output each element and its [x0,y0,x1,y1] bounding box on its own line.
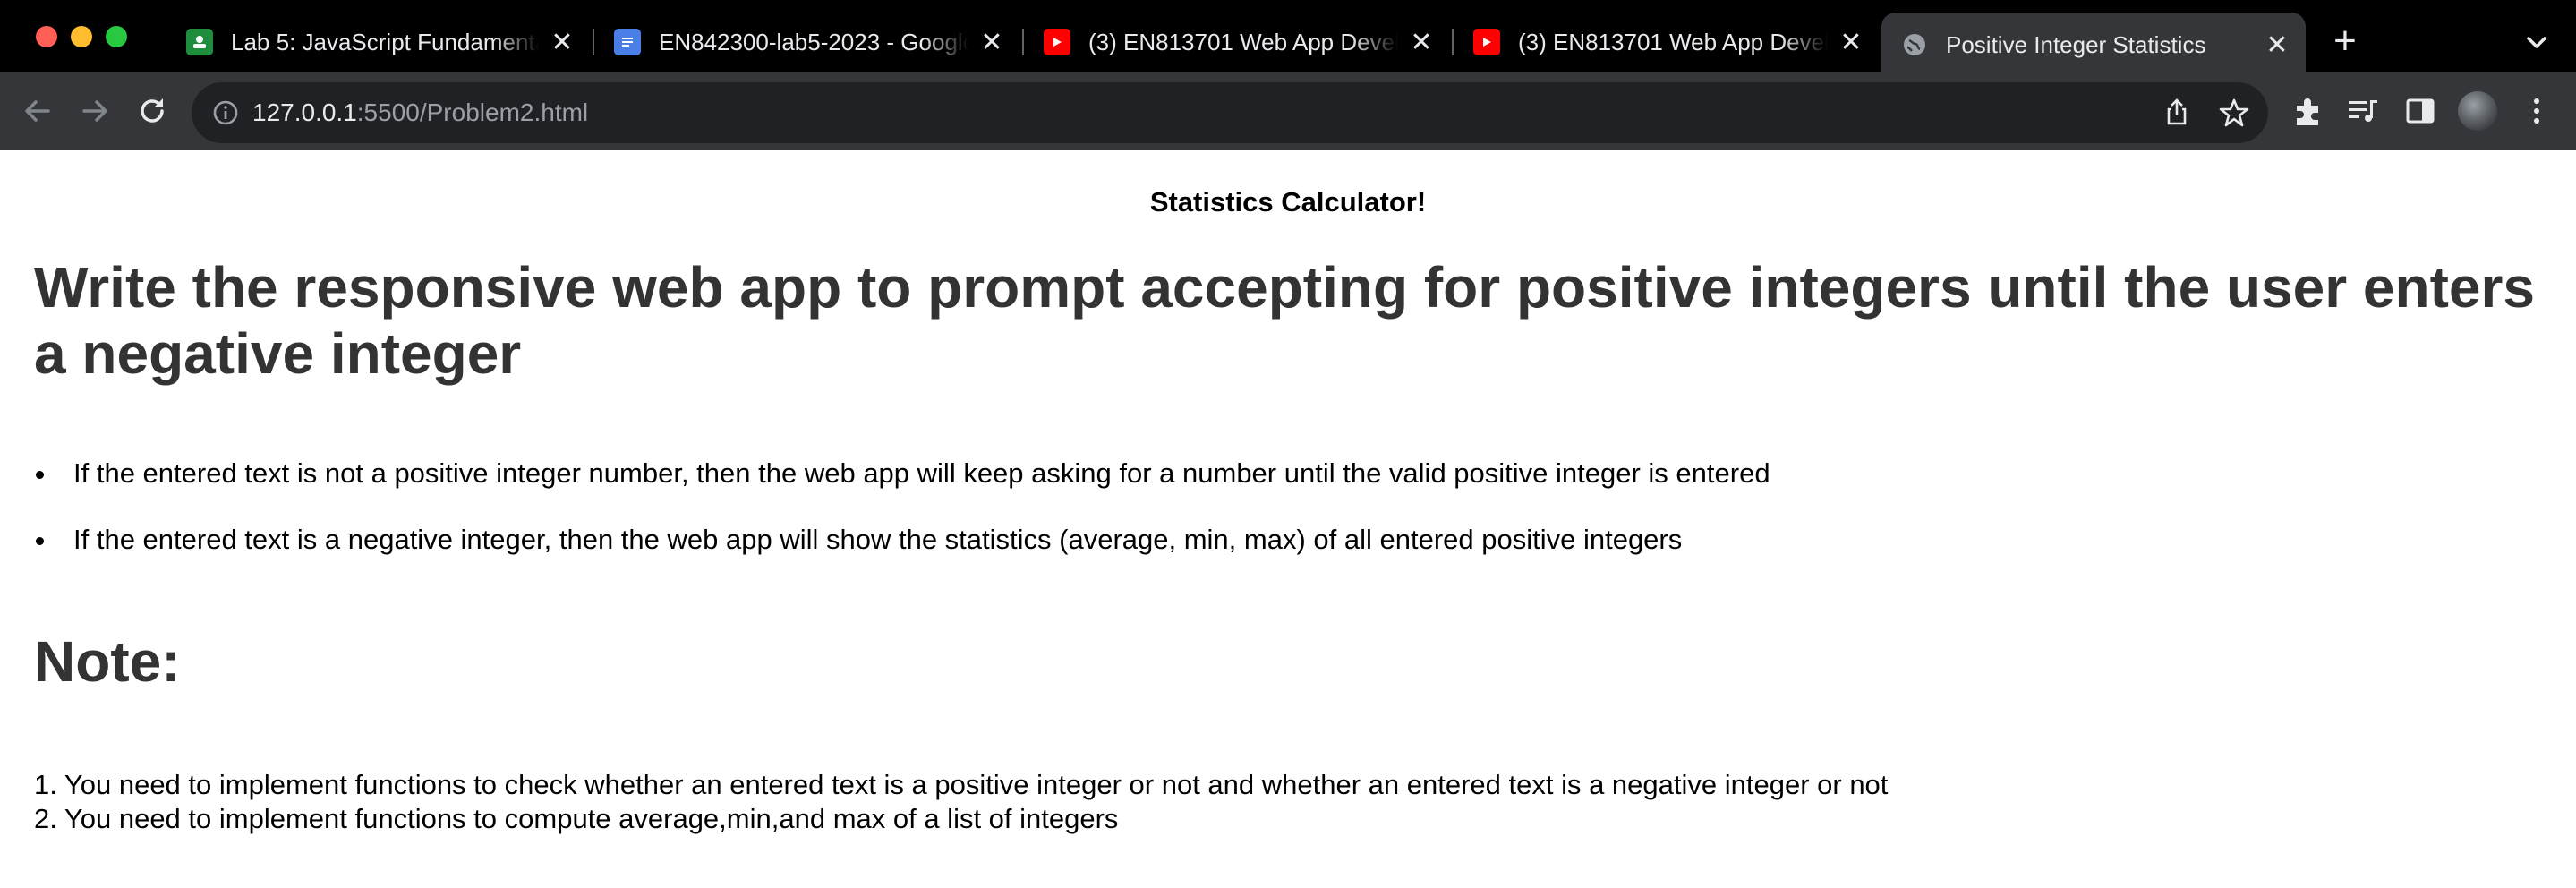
page-heading: Statistics Calculator! [1149,186,1427,218]
url-host: 127.0.0.1 [252,98,357,126]
classroom-icon [186,29,213,56]
back-button[interactable] [18,91,57,131]
share-icon[interactable] [2161,97,2193,129]
url-path: :5500/Problem2.html [356,98,589,126]
info-icon[interactable] [211,98,240,127]
close-window-button[interactable] [36,26,57,47]
more-menu-icon[interactable] [2519,93,2555,129]
browser-toolbar: 127.0.0.1:5500/Problem2.html [0,72,2576,150]
close-icon[interactable]: ✕ [2261,29,2293,61]
list-item: If the entered text is not a positive in… [34,455,2540,492]
page-viewport: Statistics Calculator! Write the respons… [0,150,2576,888]
tab-lab5-classroom[interactable]: Lab 5: JavaScript Fundamental ✕ [166,13,591,72]
media-control-icon[interactable] [2345,93,2381,129]
address-bar[interactable]: 127.0.0.1:5500/Problem2.html [192,82,2268,143]
tab-positive-integer-statistics[interactable]: Positive Integer Statistics ✕ [1881,13,2306,77]
note-line: 2. You need to implement functions to co… [34,803,1119,834]
close-icon[interactable]: ✕ [546,26,578,58]
reload-icon [141,98,164,123]
star-icon[interactable] [2218,97,2250,129]
docs-icon [614,29,641,56]
close-icon[interactable]: ✕ [1835,26,1867,58]
reload-button[interactable] [132,91,172,131]
side-panel-icon[interactable] [2402,93,2438,129]
tab-title: EN842300-lab5-2023 - Google [659,28,968,56]
url-text[interactable]: 127.0.0.1:5500/Problem2.html [252,82,588,143]
tab-youtube-1[interactable]: (3) EN813701 Web App Develop ✕ [1024,13,1450,72]
close-icon[interactable]: ✕ [1405,26,1437,58]
minimize-window-button[interactable] [71,26,92,47]
tab-youtube-2[interactable]: (3) EN813701 Web App Develop ✕ [1454,13,1880,72]
youtube-icon [1473,29,1500,56]
tab-strip: Lab 5: JavaScript Fundamental ✕ EN842300… [0,0,2576,77]
arrow-left-icon [25,100,50,122]
tab-docs[interactable]: EN842300-lab5-2023 - Google ✕ [594,13,1020,72]
tab-title: (3) EN813701 Web App Develop [1518,28,1828,56]
arrow-right-icon [82,100,107,122]
note-line: 1. You need to implement functions to ch… [34,769,1889,800]
tab-title: (3) EN813701 Web App Develop [1088,28,1398,56]
chevron-down-icon[interactable] [2521,27,2553,59]
list-item: If the entered text is a negative intege… [34,521,2540,559]
extensions-icon[interactable] [2290,93,2325,129]
requirements-list: If the entered text is not a positive in… [34,455,2540,587]
tab-title: Positive Integer Statistics [1946,30,2206,58]
note-list: 1. You need to implement functions to ch… [34,768,2540,836]
close-icon[interactable]: ✕ [976,26,1008,58]
profile-avatar[interactable] [2458,91,2497,131]
new-tab-button[interactable]: + [2327,21,2363,61]
forward-button[interactable] [75,91,115,131]
tab-title: Lab 5: JavaScript Fundamental [231,28,539,56]
note-heading: Note: [34,629,181,694]
maximize-window-button[interactable] [106,26,127,47]
globe-icon [1901,31,1928,58]
youtube-icon [1044,29,1070,56]
main-heading: Write the responsive web app to prompt a… [34,255,2535,386]
